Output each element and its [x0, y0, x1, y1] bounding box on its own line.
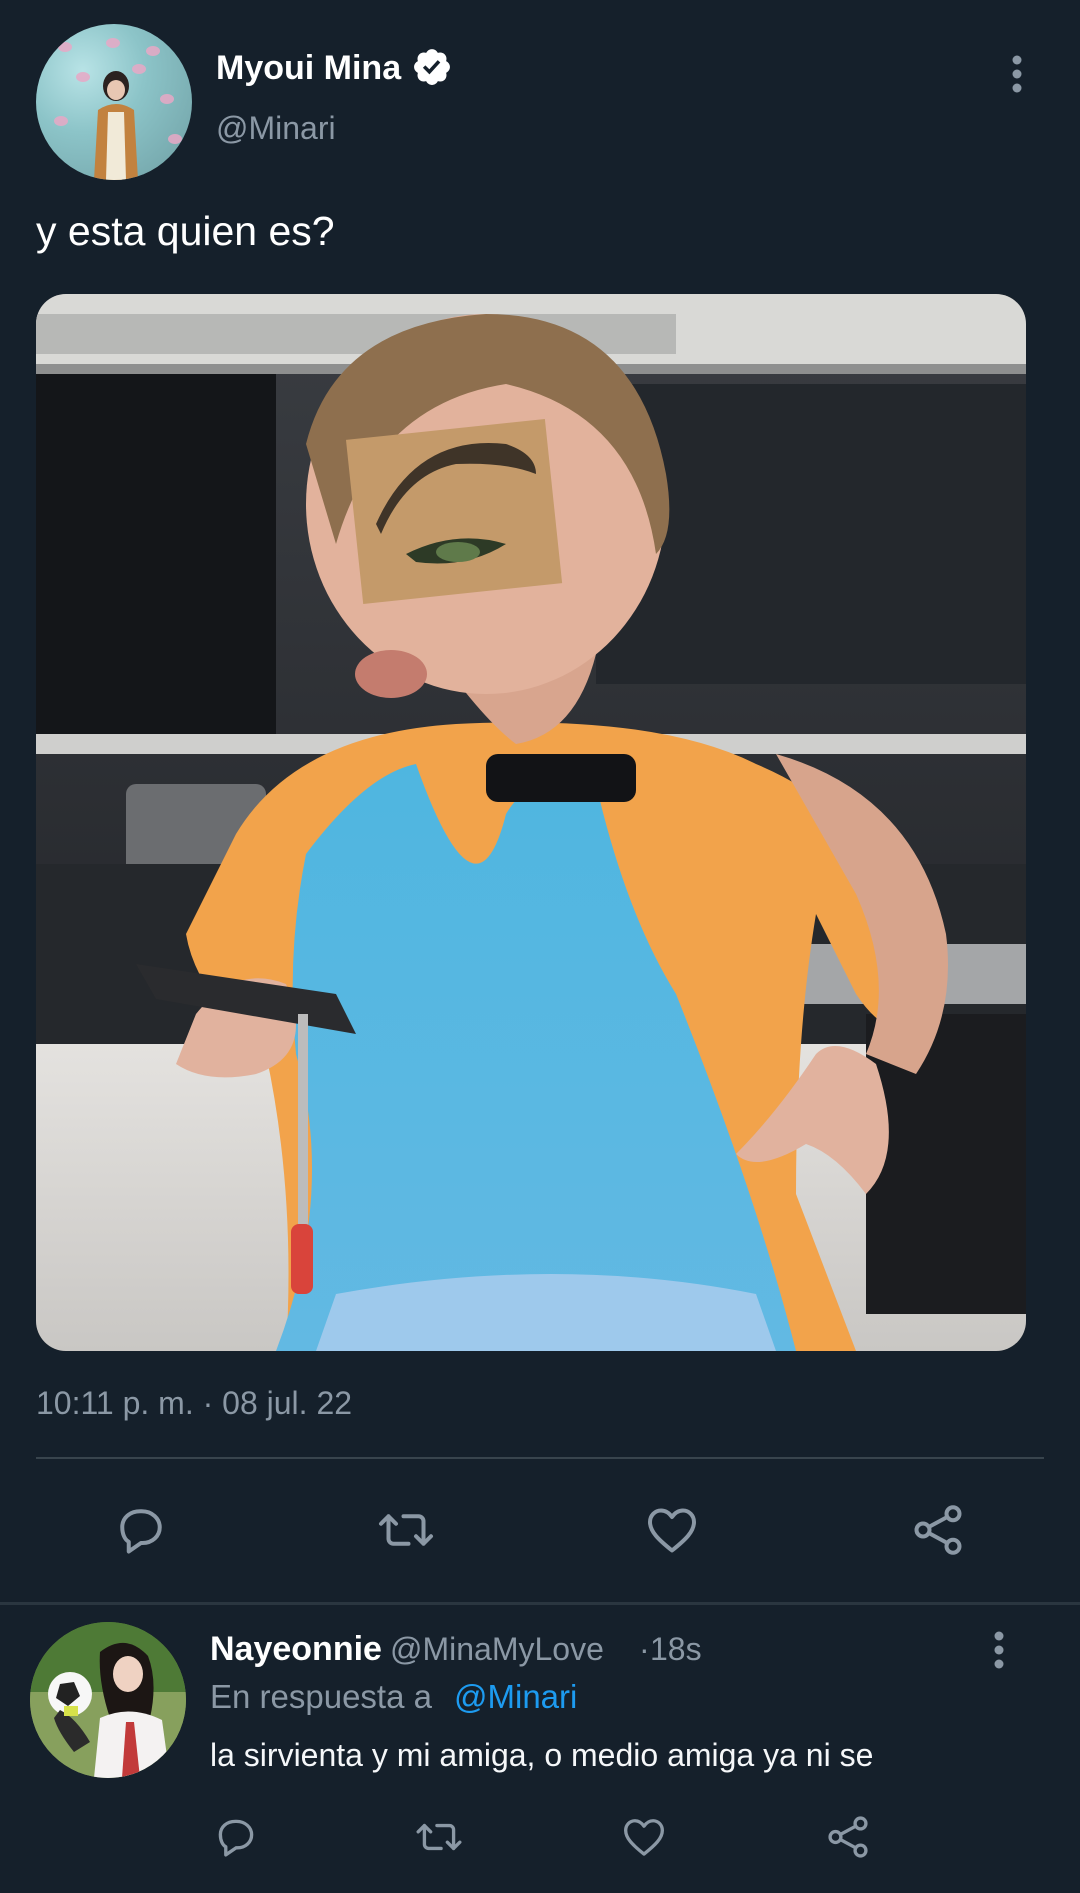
- reply-author-handle[interactable]: @MinaMyLove: [390, 1628, 604, 1670]
- author-handle[interactable]: @Minari: [216, 108, 336, 148]
- reply-icon: [218, 1819, 254, 1857]
- tweet-media-image[interactable]: [36, 294, 1026, 1351]
- tweet-text: y esta quien es?: [36, 208, 335, 254]
- tweet-timestamp[interactable]: 10:11 p. m. · 08 jul. 22: [36, 1381, 352, 1425]
- reply-meta-separator: ·: [639, 1631, 650, 1667]
- reply-icon: [120, 1509, 162, 1554]
- share-icon: [914, 1505, 962, 1555]
- reply-like-button[interactable]: [619, 1812, 669, 1862]
- like-button[interactable]: [642, 1500, 702, 1560]
- share-icon: [828, 1816, 868, 1858]
- reply-share-button[interactable]: [823, 1812, 873, 1862]
- retweet-button[interactable]: [376, 1500, 436, 1560]
- heart-icon: [648, 1508, 696, 1553]
- retweet-icon: [379, 1514, 433, 1546]
- reply-button[interactable]: [111, 1500, 171, 1560]
- reply-text: la sirvienta y mi amiga, o medio amiga y…: [210, 1737, 874, 1773]
- section-divider: [0, 1602, 1080, 1605]
- retweet-icon: [416, 1823, 462, 1851]
- more-options-icon[interactable]: [1000, 52, 1034, 96]
- reply-author-avatar[interactable]: [30, 1622, 186, 1778]
- media-photo: [36, 294, 1026, 1351]
- verified-badge-icon: [414, 49, 450, 85]
- share-button[interactable]: [908, 1500, 968, 1560]
- heart-icon: [624, 1819, 664, 1856]
- author-avatar[interactable]: [36, 24, 192, 180]
- reply-time[interactable]: 18s: [650, 1628, 702, 1670]
- reply-context-mention[interactable]: @Minari: [454, 1676, 577, 1718]
- author-display-name[interactable]: Myoui Mina: [216, 48, 401, 88]
- reply-retweet-button[interactable]: [414, 1812, 464, 1862]
- divider: [36, 1457, 1044, 1459]
- avatar-photo: [30, 1622, 186, 1778]
- reply-context-label: En respuesta a: [210, 1678, 432, 1715]
- reply-reply-button[interactable]: [211, 1812, 261, 1862]
- reply-author-display-name[interactable]: Nayeonnie: [210, 1628, 382, 1670]
- reply-more-options-icon[interactable]: [982, 1628, 1016, 1672]
